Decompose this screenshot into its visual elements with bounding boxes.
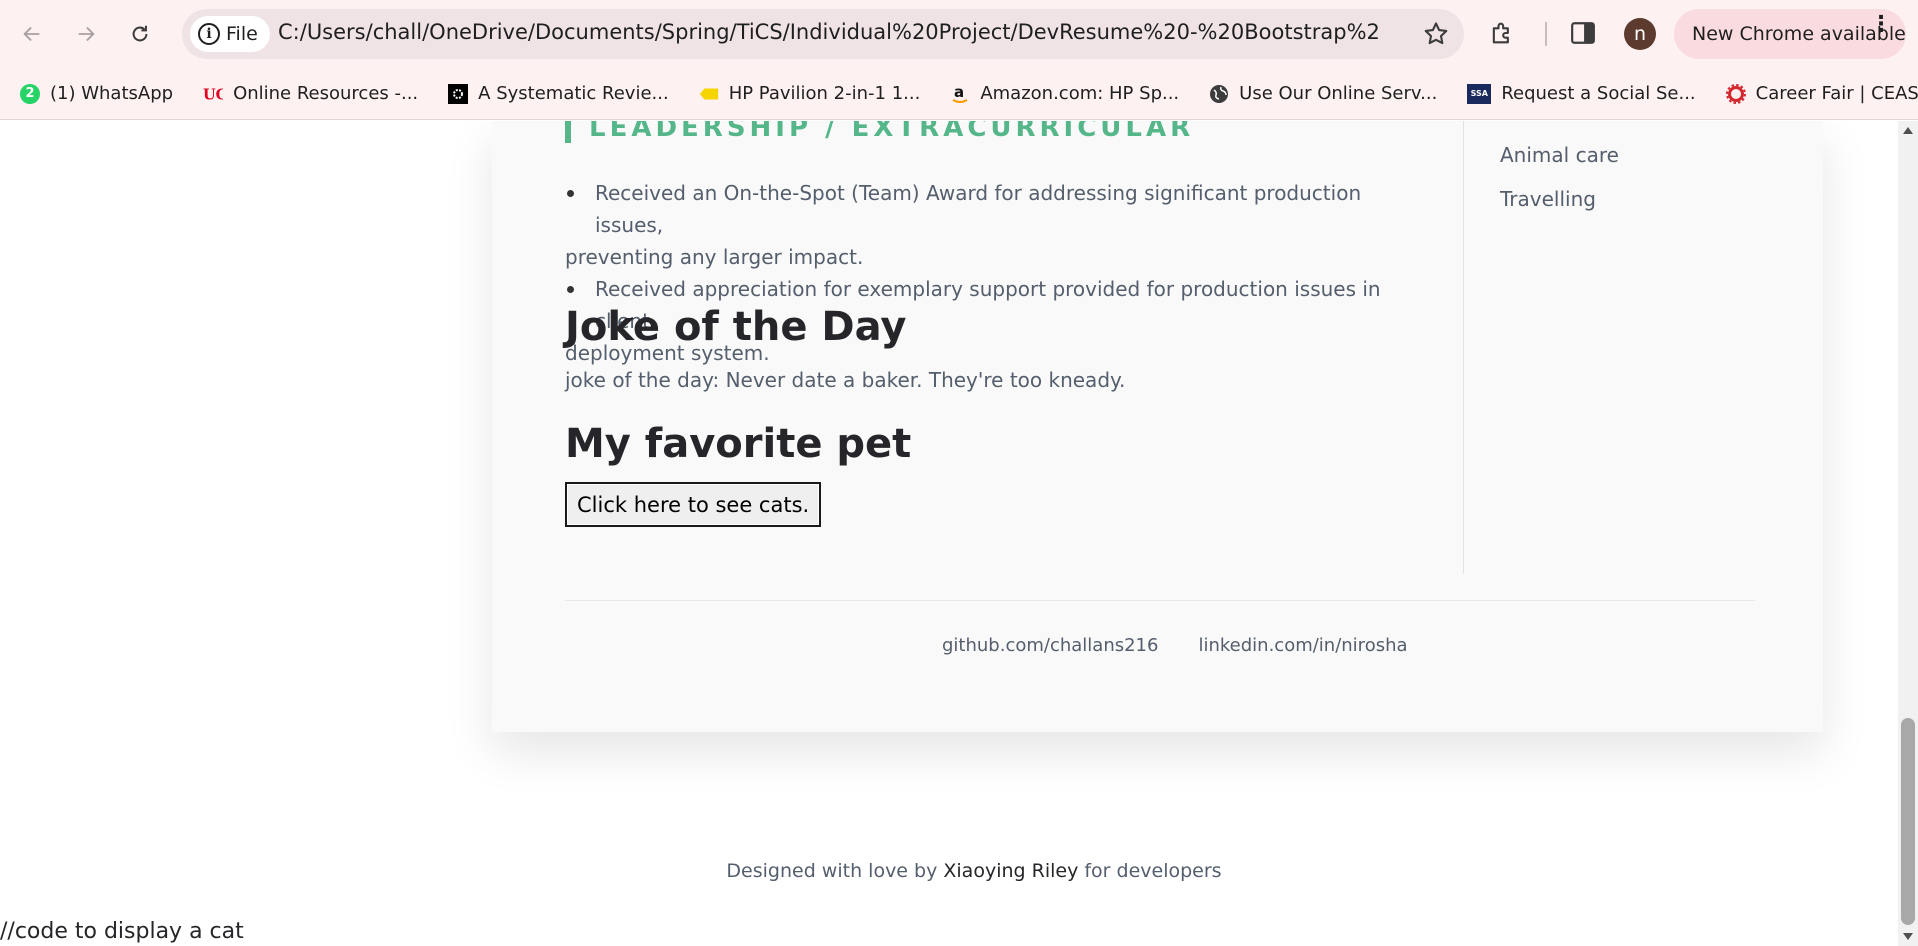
credit-line: Designed with love by Xiaoying Riley for… [0,860,1898,882]
toolbar-separator [1545,22,1547,46]
achievement-line: preventing any larger impact. [565,245,864,269]
browser-toolbar: i File C:/Users/chall/OneDrive/Documents… [0,0,1918,68]
url-text[interactable]: C:/Users/chall/OneDrive/Documents/Spring… [278,20,1378,44]
bookmark-item[interactable]: a Amazon.com: HP Sp... [950,83,1179,104]
extensions-puzzle-icon[interactable] [1488,19,1516,47]
scroll-down-arrow-icon[interactable] [1903,933,1913,940]
ceas-gear-icon [1725,83,1746,104]
github-link[interactable]: github.com/challans216 [942,635,1158,656]
bookmark-label: Online Resources -... [233,83,419,104]
svg-text:a: a [954,84,964,101]
address-bar[interactable]: i File C:/Users/chall/OneDrive/Documents… [182,9,1464,59]
bookmark-item[interactable]: 2 (1) WhatsApp [20,83,173,104]
gear-logo-icon [448,83,469,104]
section-title: LEADERSHIP / EXTRACURRICULAR [565,121,1194,143]
uc-logo-icon: UC [203,84,223,104]
pet-heading: My favorite pet [565,421,912,467]
chrome-update-button[interactable]: New Chrome available ⋮ [1674,9,1906,59]
scroll-thumb[interactable] [1901,718,1915,925]
side-panel-icon[interactable] [1570,21,1596,45]
globe-icon [1209,84,1229,104]
bookmarks-bar: 2 (1) WhatsApp UC Online Resources -... A Sy… [0,68,1918,120]
author-link[interactable]: Xiaoying Riley [943,860,1078,882]
bookmark-label: Request a Social Se... [1501,83,1696,104]
credit-prefix: Designed with love by [726,860,938,882]
bookmark-label: Amazon.com: HP Sp... [980,83,1180,104]
bookmark-item[interactable]: A Systematic Revie... [448,83,669,104]
amazon-icon: a [950,84,970,104]
forward-arrow-icon[interactable] [70,18,102,50]
linkedin-link[interactable]: linkedin.com/in/nirosha [1198,635,1407,656]
list-item: Received an On-the-Spot (Team) Award for… [565,177,1395,273]
bookmark-item[interactable]: SSA Request a Social Se... [1467,83,1696,104]
joke-heading: Joke of the Day [565,304,907,350]
more-menu-icon[interactable]: ⋮ [1870,14,1892,36]
back-arrow-icon[interactable] [16,18,48,50]
bookmark-label: Career Fair | CEAS Tr... [1755,83,1918,104]
interests-list: Animal care Travelling [1500,133,1619,221]
list-item: Travelling [1500,187,1596,211]
achievement-line: Received an On-the-Spot (Team) Award for… [595,181,1362,237]
credit-suffix: for developers [1084,860,1222,882]
bookmark-label: HP Pavilion 2-in-1 1... [728,83,921,104]
bookmark-star-icon[interactable] [1422,20,1450,48]
code-comment-text: //code to display a cat [0,919,244,944]
profile-avatar[interactable]: n [1624,18,1656,50]
bookmark-label: (1) WhatsApp [50,83,174,104]
bookmark-item[interactable]: HP Pavilion 2-in-1 1... [699,83,921,104]
scroll-up-arrow-icon[interactable] [1903,127,1913,134]
bookmark-item[interactable]: UC Online Resources -... [203,83,418,104]
see-cats-button[interactable]: Click here to see cats. [565,482,822,527]
bookmark-label: A Systematic Revie... [478,83,669,104]
column-divider [1463,121,1464,574]
chip-label: File [226,23,258,45]
reload-icon[interactable] [124,18,156,50]
footer-divider [565,600,1755,601]
page-scrollbar[interactable] [1898,121,1918,946]
ssa-icon: SSA [1467,83,1492,104]
tag-icon [699,84,719,104]
bookmark-item[interactable]: Use Our Online Serv... [1209,83,1437,104]
joke-text: joke of the day: Never date a baker. The… [565,368,1126,392]
bookmark-item[interactable]: Career Fair | CEAS Tr... [1725,83,1918,104]
resume-page: LEADERSHIP / EXTRACURRICULAR Received an… [0,121,1898,946]
whatsapp-icon: 2 [20,83,40,104]
list-item: Animal care [1500,143,1619,167]
site-info-chip[interactable]: i File [190,16,270,52]
info-icon: i [198,23,220,45]
footer-links: github.com/challans216 linkedin.com/in/n… [942,635,1408,656]
svg-text:UC: UC [203,86,223,103]
bookmark-label: Use Our Online Serv... [1239,83,1438,104]
